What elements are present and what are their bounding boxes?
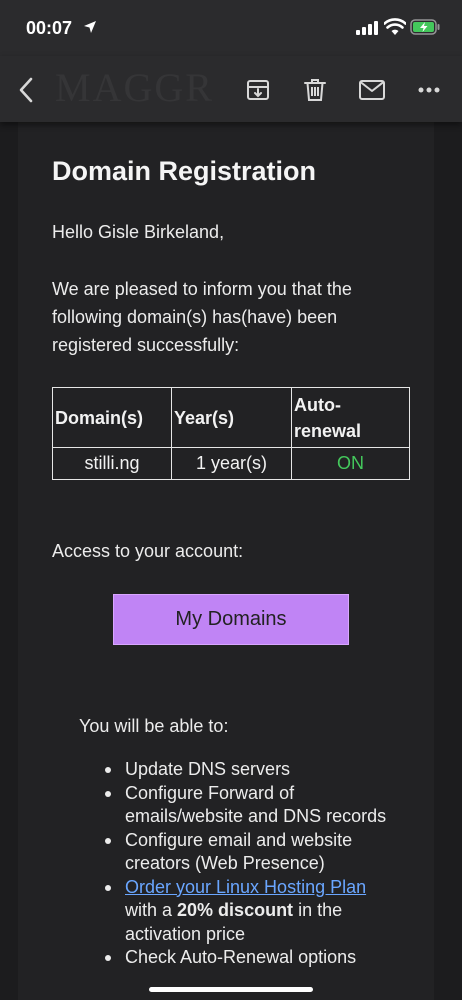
greeting-text: Hello Gisle Birkeland,: [52, 222, 225, 242]
intro-text: We are pleased to inform you that the fo…: [52, 279, 352, 355]
status-bar: 00:07: [0, 0, 462, 56]
discount-text-middle: with a: [125, 900, 178, 920]
discount-amount: 20% discount: [177, 900, 294, 920]
more-button[interactable]: [409, 70, 449, 110]
trash-icon: [304, 79, 326, 101]
archive-icon: [247, 80, 269, 100]
features-list: Update DNS servers Configure Forward of …: [105, 758, 395, 970]
archive-button[interactable]: [238, 70, 278, 110]
wifi-icon: [384, 18, 406, 35]
header-auto-renewal: Auto-renewal: [291, 387, 410, 448]
cell-domain: stilli.ng: [52, 447, 172, 480]
header-domain: Domain(s): [52, 387, 172, 448]
domains-table: Domain(s) Year(s) Auto-renewal stilli.ng…: [52, 387, 410, 480]
home-indicator[interactable]: [149, 987, 313, 992]
list-item: Configure email and website creators (We…: [105, 829, 395, 876]
table-row: stilli.ng 1 year(s) ON: [52, 447, 410, 480]
able-text: You will be able to:: [79, 716, 229, 736]
list-item: Update DNS servers: [105, 758, 395, 782]
battery-charging-icon: [410, 19, 440, 35]
location-arrow-icon: [84, 21, 96, 33]
list-item: Order your Linux Hosting Plan with a 20%…: [105, 876, 395, 947]
delete-button[interactable]: [295, 70, 335, 110]
cell-auto-renewal-status: ON: [291, 447, 410, 480]
back-icon: [19, 77, 33, 103]
hosting-plan-link[interactable]: Order your Linux Hosting Plan: [125, 877, 366, 897]
my-domains-button[interactable]: My Domains: [113, 594, 349, 645]
list-item: Check Auto-Renewal options: [105, 946, 395, 970]
access-text: Access to your account:: [52, 541, 244, 561]
status-time: 00:07: [26, 18, 73, 38]
header-years: Year(s): [171, 387, 292, 448]
signal-icon: [356, 21, 378, 35]
table-header-row: Domain(s) Year(s) Auto-renewal: [52, 387, 410, 448]
more-icon: [418, 87, 440, 93]
watermark-logo: MAGGR: [55, 65, 214, 110]
back-button[interactable]: [6, 70, 46, 110]
email-title: Domain Registration: [52, 156, 317, 186]
mark-unread-button[interactable]: [352, 70, 392, 110]
email-toolbar: MAGGR: [0, 56, 462, 122]
mail-icon: [359, 80, 385, 100]
list-item: Configure Forward of emails/website and …: [105, 782, 395, 829]
cell-years: 1 year(s): [171, 447, 292, 480]
